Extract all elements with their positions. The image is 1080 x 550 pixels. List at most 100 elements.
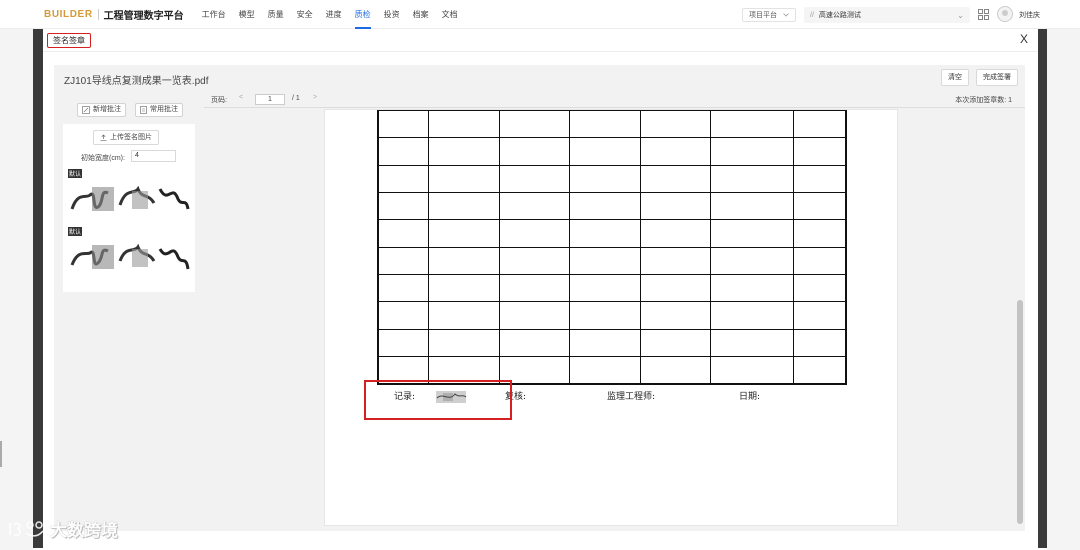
table-cell bbox=[793, 274, 847, 303]
table-cell bbox=[569, 301, 641, 330]
app-name: 工程管理数字平台 bbox=[103, 10, 184, 22]
table-cell bbox=[710, 246, 794, 276]
table-row bbox=[377, 301, 847, 330]
table-cell bbox=[710, 219, 794, 248]
signature-dialog: 签名签章 X ZJ101导线点复测成果一览表.pdf 清空 完成签署 新增批注 … bbox=[43, 29, 1038, 548]
initial-width-label: 初始宽度(cm): bbox=[81, 155, 125, 162]
table-cell bbox=[427, 137, 500, 166]
table-cell bbox=[710, 328, 794, 358]
signature-image-2[interactable]: 默认 bbox=[68, 227, 190, 279]
upload-signature-button[interactable]: 上传签名图片 bbox=[93, 130, 159, 145]
signature-highlight-box bbox=[364, 380, 512, 420]
table-cell bbox=[639, 219, 712, 248]
table-row bbox=[377, 328, 847, 358]
table-cell bbox=[498, 109, 571, 139]
table-cell bbox=[793, 356, 847, 385]
table-cell bbox=[710, 109, 794, 139]
table-cell bbox=[377, 274, 429, 303]
handwritten-signature bbox=[70, 185, 190, 211]
footer-label-supervisor: 监理工程师: bbox=[607, 392, 656, 402]
overlay-left bbox=[0, 29, 33, 550]
table-cell bbox=[377, 246, 429, 276]
table-cell bbox=[569, 109, 641, 139]
table-cell bbox=[377, 328, 429, 358]
watermark-logo-icon bbox=[9, 520, 44, 536]
nav-item[interactable]: 质检 bbox=[354, 0, 371, 29]
brand-logo[interactable]: BUILDER bbox=[44, 9, 93, 20]
common-annotation-label: 常用批注 bbox=[150, 106, 178, 113]
table-row bbox=[377, 192, 847, 221]
close-button[interactable]: X bbox=[1020, 32, 1028, 46]
table-cell bbox=[569, 356, 641, 385]
dialog-title: 签名签章 bbox=[47, 33, 91, 48]
table-cell bbox=[427, 192, 500, 221]
user-name[interactable]: 刘佳庆 bbox=[1019, 10, 1040, 20]
top-navigation: BUILDER 工程管理数字平台 工作台 模型 质量 安全 进度 质检 投资 档案 文档 项目平… bbox=[0, 0, 1080, 29]
table-cell bbox=[639, 328, 712, 358]
platform-select[interactable]: 项目平台 bbox=[742, 8, 796, 22]
table-cell bbox=[710, 301, 794, 330]
table-cell bbox=[569, 164, 641, 194]
table-cell bbox=[793, 301, 847, 330]
file-header: ZJ101导线点复测成果一览表.pdf 清空 完成签署 bbox=[54, 65, 1025, 91]
table-cell bbox=[793, 219, 847, 248]
signature-card: 上传签名图片 初始宽度(cm): 4 默认 默认 bbox=[63, 124, 195, 292]
dialog-shadow-right bbox=[1038, 29, 1047, 548]
signature-panel: 新增批注 常用批注 上传签名图片 初始宽度(cm): 4 默认 默认 bbox=[54, 91, 204, 531]
table-cell bbox=[569, 328, 641, 358]
table-cell bbox=[498, 219, 571, 248]
table-row bbox=[377, 274, 847, 303]
pdf-viewer: 页码: < 1 / 1 > 本次添加签章数: 1 记录: 复核: 监理工程师: … bbox=[204, 91, 1025, 531]
table-cell bbox=[377, 219, 429, 248]
main-nav: 工作台 模型 质量 安全 进度 质检 投资 档案 文档 bbox=[202, 0, 471, 29]
table-cell bbox=[793, 164, 847, 194]
table-cell bbox=[710, 274, 794, 303]
nav-item[interactable]: 模型 bbox=[239, 0, 255, 29]
finish-sign-button[interactable]: 完成签署 bbox=[976, 69, 1018, 86]
table-cell bbox=[639, 356, 712, 385]
table-cell bbox=[377, 301, 429, 330]
upload-signature-label: 上传签名图片 bbox=[110, 134, 152, 141]
pdf-page-area[interactable]: 记录: 复核: 监理工程师: 日期: bbox=[204, 109, 1015, 531]
table-cell bbox=[377, 109, 429, 139]
prev-page-button[interactable]: < bbox=[239, 94, 243, 101]
table-cell bbox=[639, 192, 712, 221]
nav-item[interactable]: 进度 bbox=[326, 0, 342, 29]
pdf-page[interactable]: 记录: 复核: 监理工程师: 日期: bbox=[324, 109, 898, 526]
signature-image-1[interactable]: 默认 bbox=[68, 169, 190, 221]
avatar[interactable] bbox=[997, 6, 1013, 22]
clear-button[interactable]: 清空 bbox=[941, 69, 969, 86]
brand-divider bbox=[97, 8, 99, 20]
table-cell bbox=[710, 164, 794, 194]
nav-item[interactable]: 投资 bbox=[384, 0, 400, 29]
scrollbar-thumb[interactable] bbox=[1017, 300, 1023, 524]
watermark: 大数跨境 bbox=[6, 516, 118, 541]
table-row bbox=[377, 164, 847, 194]
page-number-input[interactable]: 1 bbox=[255, 94, 285, 105]
table-cell bbox=[498, 274, 571, 303]
table-cell bbox=[427, 274, 500, 303]
table-row bbox=[377, 137, 847, 166]
table-cell bbox=[427, 164, 500, 194]
project-select[interactable]: // 高速公路测试 ⌄ bbox=[804, 7, 970, 23]
initial-width-input[interactable]: 4 bbox=[131, 150, 176, 162]
table-cell bbox=[793, 246, 847, 276]
added-signature-count: 本次添加签章数: 1 bbox=[955, 97, 1012, 104]
nav-item[interactable]: 文档 bbox=[442, 0, 458, 29]
table-cell bbox=[498, 301, 571, 330]
nav-item[interactable]: 工作台 bbox=[202, 0, 226, 29]
apps-grid-icon[interactable] bbox=[978, 9, 989, 20]
nav-item[interactable]: 质量 bbox=[268, 0, 284, 29]
nav-item[interactable]: 档案 bbox=[413, 0, 429, 29]
vertical-scrollbar[interactable] bbox=[1015, 109, 1025, 531]
table-cell bbox=[427, 328, 500, 358]
footer-label-date: 日期: bbox=[739, 392, 761, 402]
new-annotation-button[interactable]: 新增批注 bbox=[77, 103, 126, 117]
table-cell bbox=[498, 137, 571, 166]
table-cell bbox=[569, 274, 641, 303]
table-cell bbox=[569, 246, 641, 276]
table-cell bbox=[793, 109, 847, 139]
common-annotation-button[interactable]: 常用批注 bbox=[135, 103, 183, 117]
nav-item[interactable]: 安全 bbox=[297, 0, 313, 29]
next-page-button[interactable]: > bbox=[313, 94, 317, 101]
